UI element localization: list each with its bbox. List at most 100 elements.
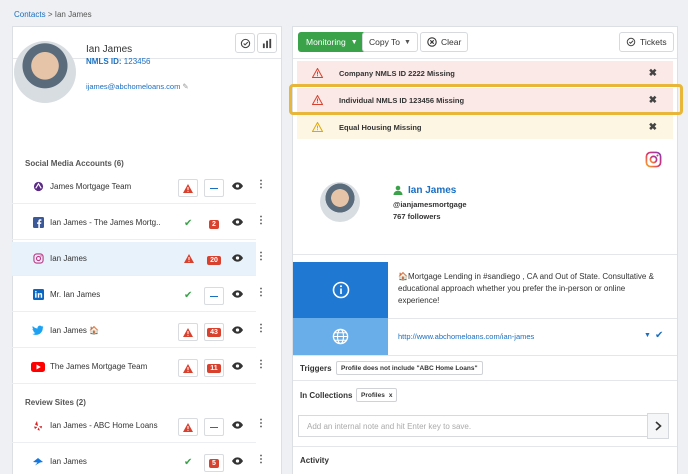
globe-icon	[332, 328, 349, 345]
clear-button[interactable]: Clear	[420, 32, 469, 52]
warning-status-icon[interactable]	[178, 359, 198, 377]
facebook-icon	[31, 216, 45, 230]
alert-text: Equal Housing Missing	[339, 122, 422, 132]
social-account-label: Ian James - The James Mortg...	[50, 218, 160, 227]
more-menu-icon[interactable]: ⋮	[256, 324, 266, 334]
contact-email[interactable]: ijames@abchomeloans.com ✎	[86, 82, 189, 91]
tickets-button[interactable]: Tickets	[619, 32, 674, 52]
twitter-icon	[31, 324, 45, 338]
review-site-label: Ian James	[50, 457, 87, 466]
caret-down-icon: ▼	[404, 38, 411, 46]
warning-status-icon[interactable]	[178, 418, 198, 436]
collection-chip[interactable]: Profiles x	[356, 388, 398, 402]
breadcrumb: Contacts > Ian James	[14, 10, 92, 19]
profile-handle: @ianjamesmortgage	[393, 200, 467, 209]
caret-down-icon[interactable]: ▼	[644, 332, 651, 339]
more-menu-icon[interactable]: ⋮	[256, 360, 266, 370]
internal-note-input[interactable]: Add an internal note and hit Enter key t…	[298, 415, 648, 437]
social-account-label: Ian James	[50, 254, 87, 263]
follower-count: 767 followers	[393, 212, 441, 221]
linkedin-icon	[31, 288, 45, 302]
dismiss-close-icon[interactable]: ✖	[649, 68, 657, 79]
check-icon: ✔	[655, 330, 664, 341]
eye-icon[interactable]	[232, 421, 243, 431]
contact-name: Ian James	[86, 44, 133, 55]
no-alerts-cell	[204, 287, 224, 305]
website-link[interactable]: http://www.abchomeloans.com/ian-james	[398, 332, 534, 341]
remove-chip-icon[interactable]: x	[389, 392, 393, 399]
instagram-icon	[645, 151, 662, 170]
collections-label: In Collections	[300, 391, 353, 400]
no-alerts-cell	[204, 418, 224, 436]
warning-status-icon[interactable]	[178, 323, 198, 341]
edit-pencil-icon[interactable]: ✎	[182, 82, 188, 91]
nmls-id: NMLS ID: 123456	[86, 57, 151, 66]
alert-count-badge[interactable]: 43	[204, 323, 224, 341]
more-menu-icon[interactable]: ⋮	[256, 419, 266, 429]
trigger-chip: Profile does not include "ABC Home Loans…	[336, 361, 483, 375]
caret-down-icon: ▼	[350, 38, 358, 46]
copy-to-dropdown[interactable]: Copy To ▼	[362, 32, 418, 52]
mortgage-logo-icon	[31, 180, 45, 194]
eye-icon[interactable]	[232, 218, 243, 228]
eye-icon[interactable]	[232, 362, 243, 372]
monitoring-label: Monitoring	[306, 37, 346, 47]
info-box	[293, 262, 388, 318]
social-account-label: Mr. Ian James	[50, 290, 101, 299]
check-badge-button[interactable]	[235, 33, 255, 53]
no-alerts-cell	[204, 179, 224, 197]
alert-company-nmls: Company NMLS ID 2222 Missing ✖	[297, 61, 673, 85]
breadcrumb-contacts-link[interactable]: Contacts	[14, 10, 46, 19]
section-divider	[293, 355, 677, 356]
alert-count-badge[interactable]: 11	[204, 359, 224, 377]
alert-count-badge[interactable]: 5	[204, 454, 224, 472]
bar-chart-icon	[262, 38, 271, 48]
profile-bio: 🏠Mortgage Lending in #sandiego , CA and …	[398, 272, 654, 305]
eye-icon[interactable]	[232, 290, 243, 300]
chevron-right-icon	[654, 421, 662, 431]
dismiss-close-icon[interactable]: ✖	[649, 122, 657, 133]
eye-icon[interactable]	[232, 457, 243, 467]
nmls-value: 123456	[123, 57, 151, 66]
monitoring-dropdown[interactable]: Monitoring ▼	[298, 32, 366, 52]
alert-highlight-frame	[289, 84, 683, 115]
trigger-chip-text: Profile does not include "ABC Home Loans…	[341, 364, 478, 372]
review-site-label: Ian James - ABC Home Loans	[50, 421, 158, 430]
eye-icon[interactable]	[232, 254, 243, 264]
eye-icon[interactable]	[232, 326, 243, 336]
more-menu-icon[interactable]: ⋮	[256, 252, 266, 262]
stats-button[interactable]	[257, 33, 277, 53]
email-text[interactable]: ijames@abchomeloans.com	[86, 82, 180, 91]
breadcrumb-current: Ian James	[54, 10, 92, 19]
zillow-icon	[31, 455, 45, 469]
activity-label: Activity	[300, 456, 329, 465]
check-status-icon: ✔	[184, 218, 193, 229]
more-menu-icon[interactable]: ⋮	[256, 180, 266, 190]
more-menu-icon[interactable]: ⋮	[256, 288, 266, 298]
check-badge-icon	[240, 38, 250, 48]
submit-note-button[interactable]	[647, 413, 669, 439]
note-placeholder: Add an internal note and hit Enter key t…	[307, 421, 472, 431]
user-icon	[393, 185, 403, 197]
section-divider	[388, 318, 677, 319]
warning-status-icon	[184, 254, 194, 265]
more-menu-icon[interactable]: ⋮	[256, 455, 266, 465]
profile-name[interactable]: Ian James	[408, 185, 456, 196]
eye-icon[interactable]	[232, 182, 243, 192]
toolbar-divider	[293, 58, 677, 59]
check-status-icon: ✔	[184, 457, 193, 468]
alert-text: Company NMLS ID 2222 Missing	[339, 68, 455, 78]
alert-count-badge[interactable]: 2	[204, 215, 224, 233]
section-divider	[293, 254, 677, 255]
triggers-label: Triggers	[300, 364, 332, 373]
clear-label: Clear	[441, 37, 462, 47]
more-menu-icon[interactable]: ⋮	[256, 216, 266, 226]
tickets-label: Tickets	[640, 37, 667, 47]
alert-count-badge[interactable]: 20	[204, 251, 224, 269]
alert-equal-housing: Equal Housing Missing ✖	[297, 115, 673, 139]
review-section-title: Review Sites (2)	[25, 398, 86, 407]
avatar	[14, 41, 76, 103]
section-divider	[293, 446, 677, 447]
warning-status-icon[interactable]	[178, 179, 198, 197]
check-badge-icon	[626, 37, 636, 47]
